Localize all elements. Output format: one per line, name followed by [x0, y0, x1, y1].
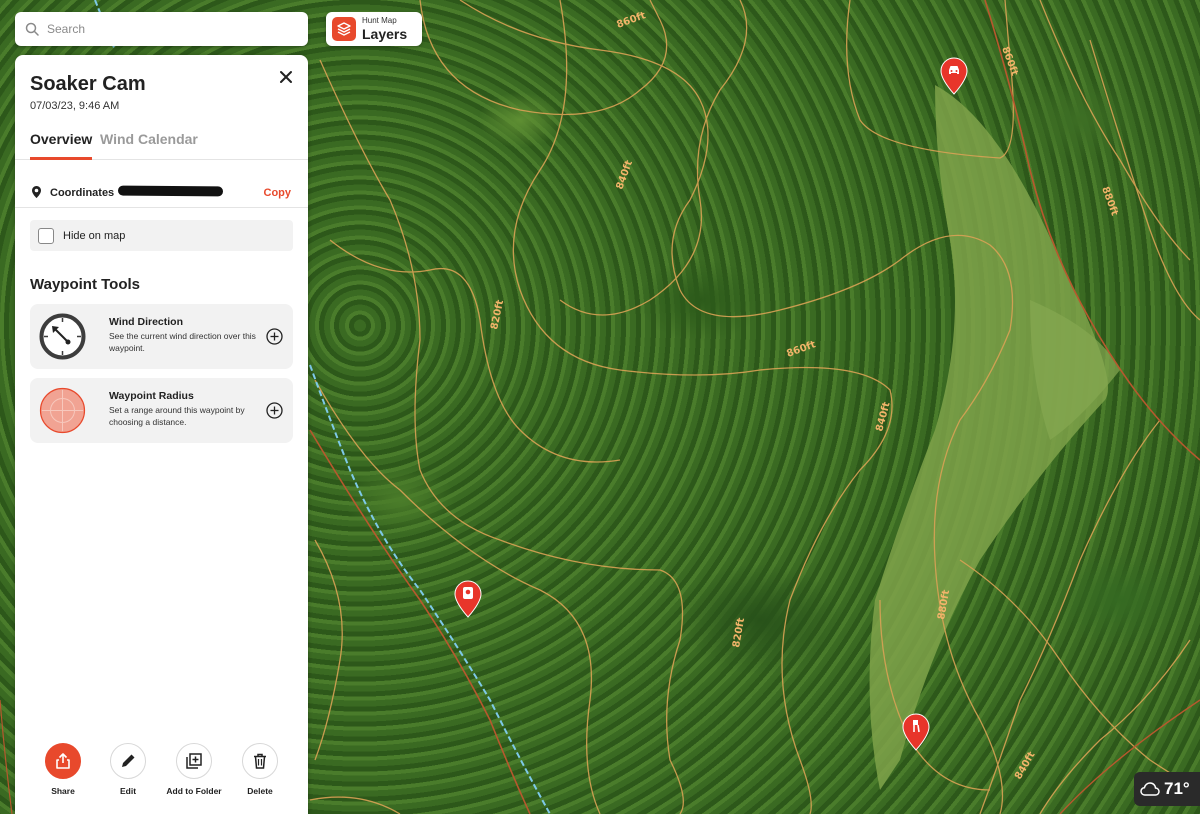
contour-label: 840ft	[614, 159, 635, 191]
stream-line	[309, 364, 551, 814]
tab-wind-calendar[interactable]: Wind Calendar	[100, 131, 198, 147]
contour-label: 820ft	[731, 617, 747, 649]
contour-line	[1089, 39, 1200, 321]
waypoint-detail-panel: Soaker Cam 07/03/23, 9:46 AM Overview Wi…	[15, 55, 308, 814]
waypoint-radius-title: Waypoint Radius	[109, 390, 194, 402]
contour-label: 840ft	[874, 401, 892, 433]
field-area	[869, 85, 1108, 790]
contour-label: 820ft	[489, 299, 506, 331]
vehicle-icon	[949, 66, 959, 74]
contour-line	[314, 539, 343, 761]
waypoint-date: 07/03/23, 9:46 AM	[30, 100, 120, 112]
delete-button[interactable]: Delete	[225, 743, 295, 796]
add-folder-icon	[176, 743, 212, 779]
road-line	[0, 699, 13, 814]
waypoint-pin-vehicle[interactable]	[940, 57, 968, 95]
contour-line	[1039, 0, 1191, 261]
action-bar: Share Edit Add to Folder Delete	[15, 743, 308, 803]
trash-icon	[242, 743, 278, 779]
waypoint-radius-tool[interactable]: Waypoint Radius Set a range around this …	[30, 378, 293, 443]
contour-line	[459, 0, 1014, 814]
weather-widget[interactable]: 71°	[1134, 772, 1200, 806]
cloud-icon	[1140, 782, 1160, 796]
contour-label: 860ft	[615, 10, 647, 31]
search-bar[interactable]	[15, 12, 308, 46]
add-circle-icon[interactable]	[266, 328, 283, 345]
waypoint-pin-stand[interactable]	[902, 713, 930, 751]
pencil-icon	[110, 743, 146, 779]
copy-coordinates-button[interactable]: Copy	[264, 187, 292, 199]
waypoint-radius-description: Set a range around this waypoint by choo…	[109, 405, 245, 427]
layers-button[interactable]: Hunt Map Layers	[326, 12, 422, 46]
close-icon[interactable]	[276, 67, 296, 87]
layers-subtitle: Hunt Map	[362, 16, 397, 25]
coordinates-label: Coordinates	[50, 187, 115, 199]
trail-camera-icon	[463, 587, 473, 599]
waypoint-pin-camera[interactable]	[454, 580, 482, 618]
tab-bar: Overview Wind Calendar	[15, 127, 308, 160]
share-label: Share	[51, 786, 75, 796]
stand-icon	[913, 720, 920, 733]
pin-marker-icon	[940, 57, 968, 95]
search-icon	[25, 22, 39, 36]
wind-direction-description: See the current wind direction over this…	[109, 331, 256, 353]
contour-line	[309, 796, 401, 814]
contour-line	[329, 239, 621, 463]
add-to-folder-label: Add to Folder	[166, 786, 222, 796]
location-pin-icon	[32, 186, 41, 198]
search-input[interactable]	[47, 22, 287, 36]
waypoint-tools-heading: Waypoint Tools	[30, 276, 140, 293]
contour-label: 860ft	[785, 339, 817, 360]
coordinates-row: Coordinates Copy	[15, 175, 308, 208]
contour-label: 880ft	[1099, 185, 1120, 217]
road-line	[309, 429, 531, 814]
share-icon	[45, 743, 81, 779]
contour-line	[559, 0, 748, 316]
edit-label: Edit	[119, 786, 137, 796]
add-to-folder-button[interactable]: Add to Folder	[159, 743, 229, 796]
hide-on-map-label: Hide on map	[63, 229, 126, 242]
redacted-coordinates	[117, 185, 224, 197]
wind-direction-title: Wind Direction	[109, 316, 183, 328]
wind-direction-tool[interactable]: Wind Direction See the current wind dire…	[30, 304, 293, 369]
wind-direction-icon	[39, 313, 86, 360]
layers-label: Layers	[362, 26, 408, 42]
hide-on-map-toggle[interactable]: Hide on map	[30, 220, 293, 251]
radius-icon	[39, 387, 86, 434]
edit-button[interactable]: Edit	[93, 743, 163, 796]
waypoint-title: Soaker Cam	[30, 73, 146, 95]
add-circle-icon[interactable]	[266, 402, 283, 419]
contour-line	[512, 0, 893, 814]
hide-on-map-checkbox[interactable]	[38, 227, 54, 244]
share-button[interactable]: Share	[28, 743, 98, 796]
tab-overview[interactable]: Overview	[30, 131, 93, 160]
contour-label: 840ft	[1013, 750, 1038, 782]
delete-label: Delete	[247, 786, 273, 796]
layers-icon	[332, 17, 356, 41]
temperature: 71°	[1164, 779, 1190, 798]
